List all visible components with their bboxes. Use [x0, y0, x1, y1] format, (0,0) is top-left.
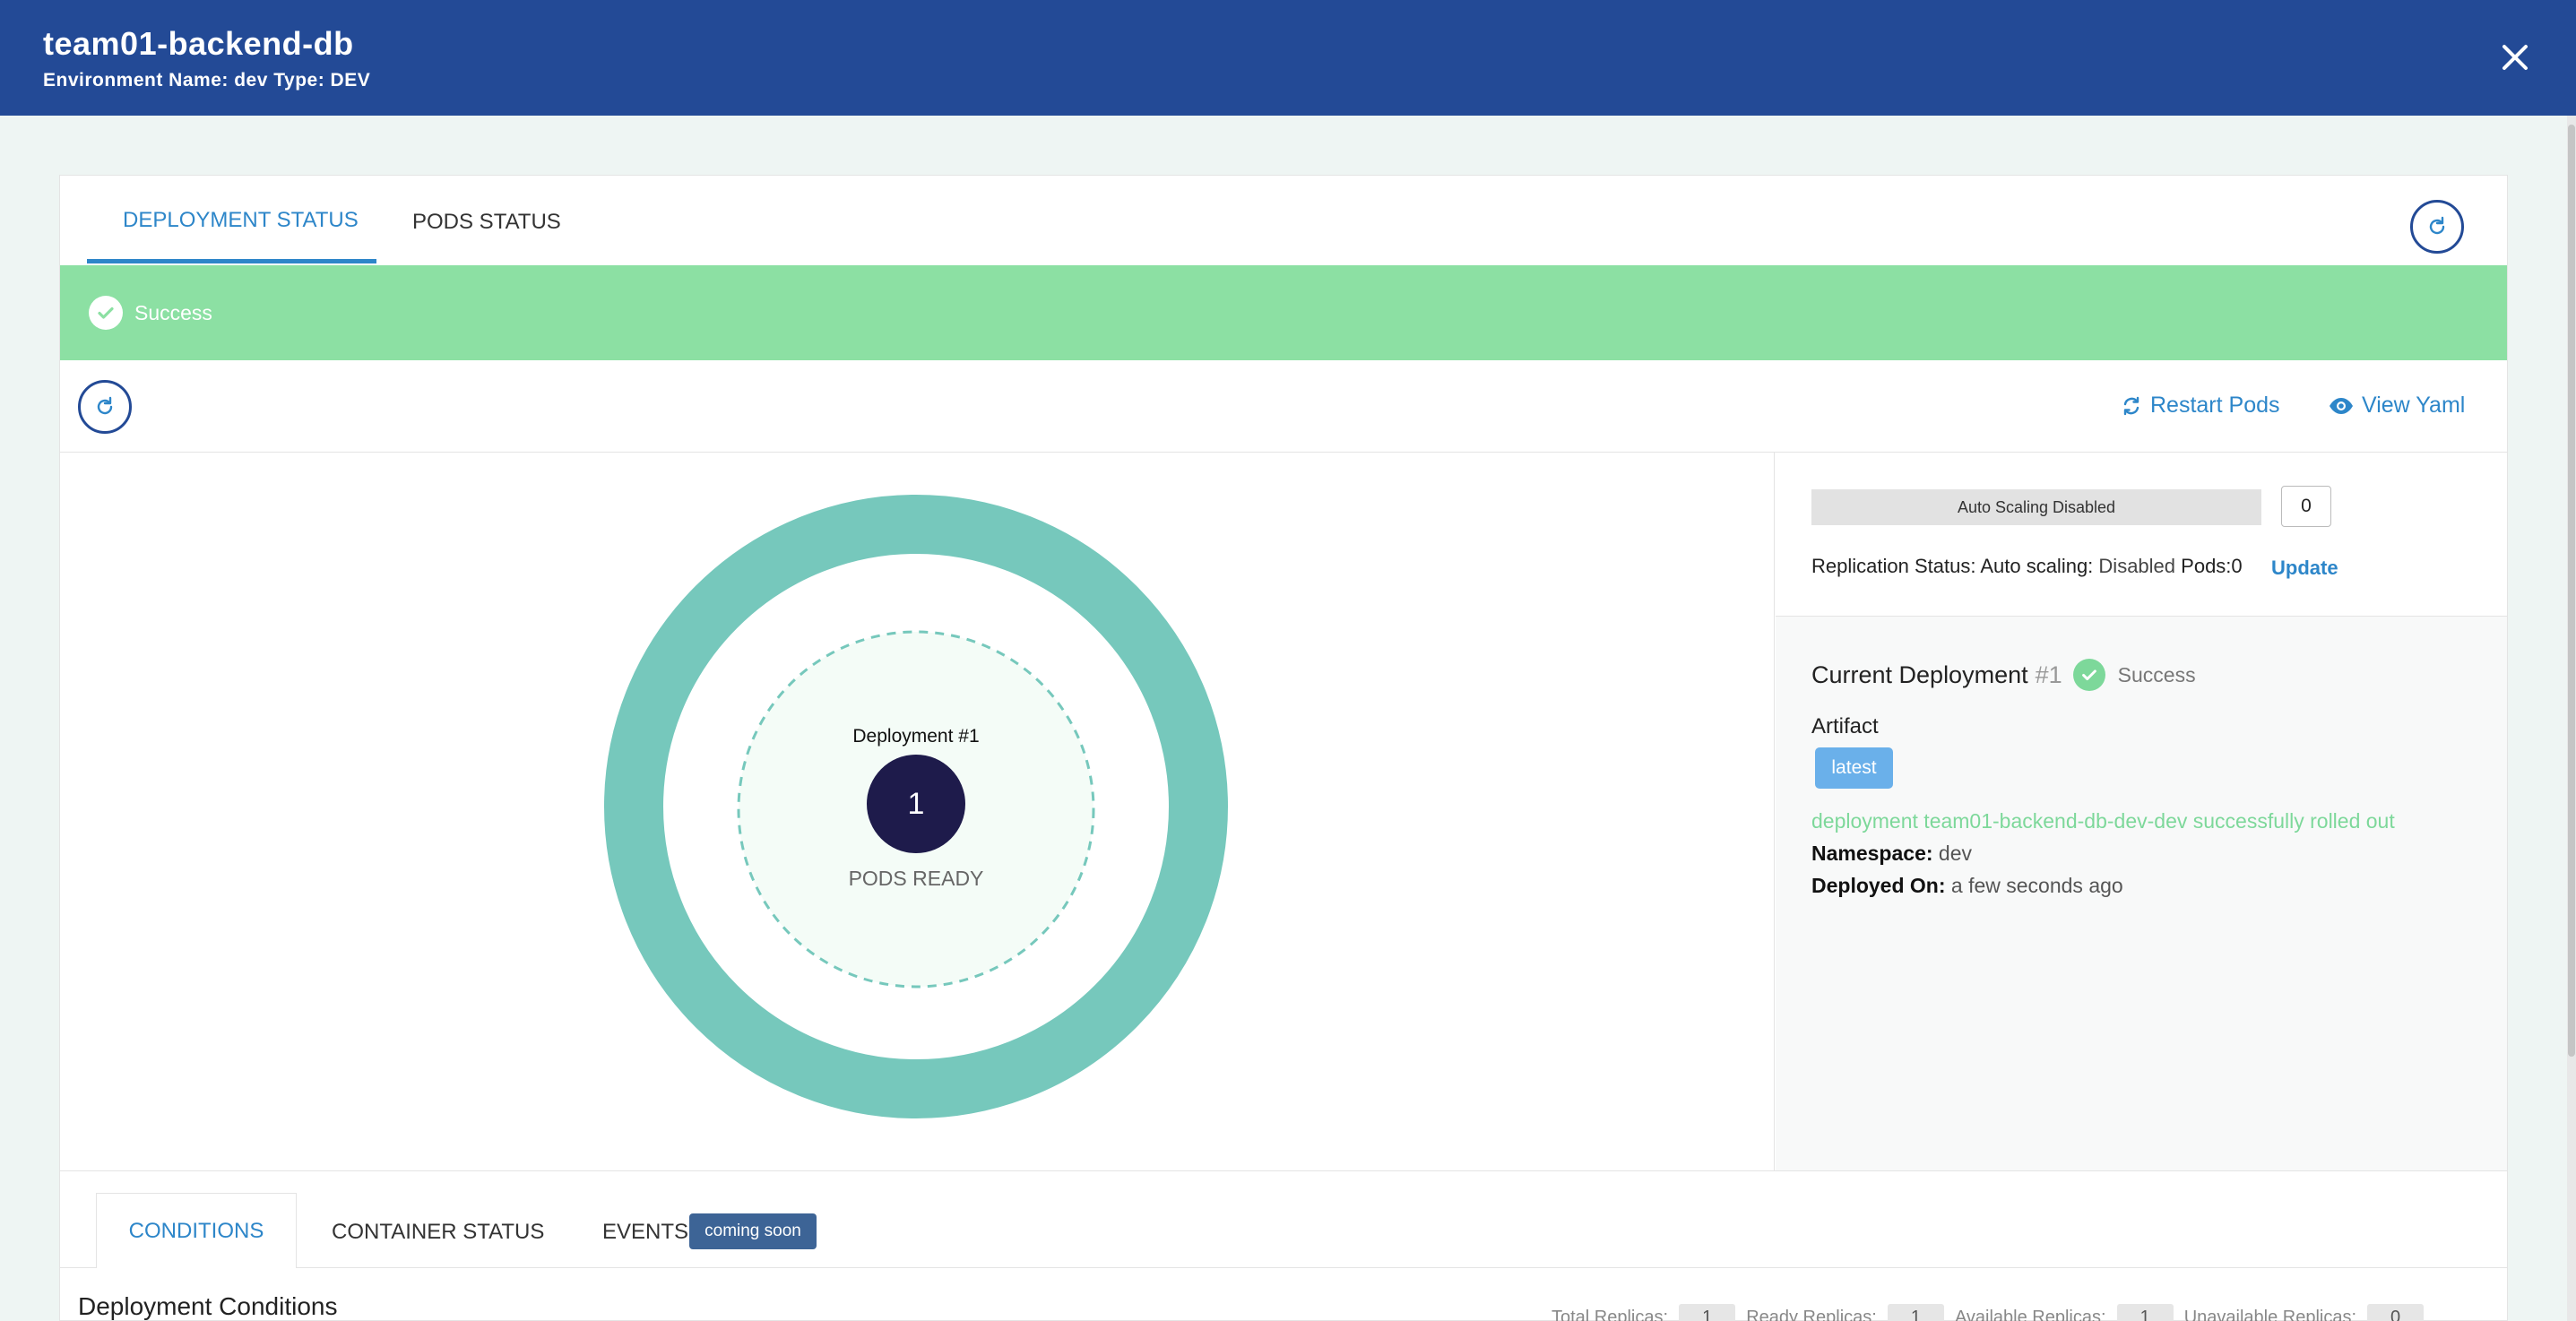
replication-disabled: Disabled	[2098, 555, 2176, 577]
pods-ready-count: 1	[908, 787, 925, 821]
env-label: Environment Name:	[43, 70, 229, 91]
close-button[interactable]	[2497, 39, 2533, 75]
pods-ready-label: PODS READY	[849, 867, 984, 890]
view-yaml-button[interactable]: View Yaml	[2328, 393, 2465, 419]
page-title: team01-backend-db	[43, 25, 354, 62]
env-value: dev	[234, 70, 268, 91]
tab-deployment-status[interactable]: DEPLOYMENT STATUS	[123, 208, 359, 233]
close-icon	[2503, 45, 2528, 70]
rollout-message: deployment team01-backend-db-dev-dev suc…	[1811, 809, 2395, 833]
tab-pods-status[interactable]: PODS STATUS	[412, 210, 561, 235]
tab-conditions[interactable]: CONDITIONS	[96, 1193, 297, 1268]
current-deployment-title: Current Deployment	[1811, 660, 2028, 688]
deployment-toolbar: Restart Pods View Yaml	[60, 360, 2507, 453]
type-label: Type:	[273, 70, 325, 91]
banner-status-text: Success	[134, 301, 212, 324]
deployed-on-value: a few seconds ago	[1950, 874, 2123, 897]
update-button[interactable]: Update	[2271, 557, 2338, 580]
current-deployment-heading: Current Deployment #1 Success	[1811, 659, 2196, 691]
sync-icon	[2123, 396, 2139, 415]
deployment-label: Deployment #1	[852, 726, 979, 747]
replica-count-input[interactable]: 0	[2281, 486, 2331, 527]
deployment-graphic-area: Deployment #1 1 PODS READY	[60, 453, 1775, 1170]
total-replicas-label: Total Replicas:	[1552, 1308, 1669, 1321]
status-tabs: DEPLOYMENT STATUS PODS STATUS	[60, 176, 2507, 265]
details-tabs: CONDITIONS CONTAINER STATUS EVENTS comin…	[60, 1170, 2507, 1321]
deployment-conditions-title: Deployment Conditions	[78, 1292, 338, 1320]
pods-count: Pods:0	[2181, 555, 2243, 577]
namespace-row: Namespace: dev	[1811, 842, 1972, 866]
replication-prefix: Replication Status: Auto scaling:	[1811, 555, 2094, 577]
ready-replicas-value: 1	[1887, 1304, 1944, 1321]
deployment-number: #1	[2035, 660, 2062, 688]
restart-pods-button[interactable]: Restart Pods	[2120, 393, 2280, 419]
tab-container-status[interactable]: CONTAINER STATUS	[332, 1220, 544, 1245]
available-replicas-value: 1	[2116, 1304, 2174, 1321]
restart-pods-label: Restart Pods	[2150, 393, 2280, 418]
deployment-status: Success	[2117, 662, 2196, 686]
eye-icon	[2330, 397, 2353, 414]
tab-events[interactable]: EVENTS	[602, 1220, 688, 1245]
ready-replicas-label: Ready Replicas:	[1746, 1308, 1877, 1321]
deployed-on-row: Deployed On: a few seconds ago	[1811, 874, 2123, 898]
refresh-button[interactable]	[2410, 200, 2464, 254]
refresh-icon	[97, 396, 113, 415]
type-value: DEV	[330, 70, 371, 91]
scaling-section: Auto Scaling Disabled 0 Replication Stat…	[1776, 453, 2507, 617]
scrollbar-thumb[interactable]	[2568, 125, 2575, 1057]
unavailable-replicas-label: Unavailable Replicas:	[2183, 1308, 2357, 1321]
check-circle-icon	[2072, 659, 2105, 691]
deployment-details-panel: Auto Scaling Disabled 0 Replication Stat…	[1776, 453, 2507, 1170]
view-yaml-label: View Yaml	[2362, 393, 2466, 418]
namespace-label: Namespace:	[1811, 842, 1933, 865]
tabs-divider	[60, 1267, 2507, 1268]
modal-header: team01-backend-db Environment Name: dev …	[0, 0, 2576, 116]
refresh-icon	[2429, 216, 2445, 235]
success-banner: Success	[60, 265, 2507, 360]
autoscale-status: Auto Scaling Disabled	[1811, 489, 2261, 525]
active-tab-indicator	[87, 259, 376, 263]
check-circle-icon	[89, 296, 123, 330]
unavailable-replicas-value: 0	[2367, 1304, 2425, 1321]
deployment-rings: Deployment #1 1 PODS READY	[604, 495, 1228, 1118]
deployment-card: DEPLOYMENT STATUS PODS STATUS Success Re…	[59, 175, 2508, 1321]
replication-status: Replication Status: Auto scaling: Disabl…	[1811, 555, 2243, 578]
total-replicas-value: 1	[1679, 1304, 1736, 1321]
environment-subtitle: Environment Name: dev Type: DEV	[43, 70, 370, 91]
namespace-value: dev	[1938, 842, 1973, 865]
available-replicas-label: Available Replicas:	[1954, 1308, 2106, 1321]
scrollbar[interactable]	[2567, 116, 2576, 1321]
coming-soon-badge: coming soon	[689, 1213, 817, 1249]
deployed-on-label: Deployed On:	[1811, 874, 1946, 897]
replica-stats: Total Replicas: 1 Ready Replicas: 1 Avai…	[1552, 1304, 2425, 1321]
artifact-label: Artifact	[1811, 714, 1879, 738]
refresh-deployment-button[interactable]	[78, 380, 132, 434]
artifact-tag: latest	[1815, 747, 1893, 789]
